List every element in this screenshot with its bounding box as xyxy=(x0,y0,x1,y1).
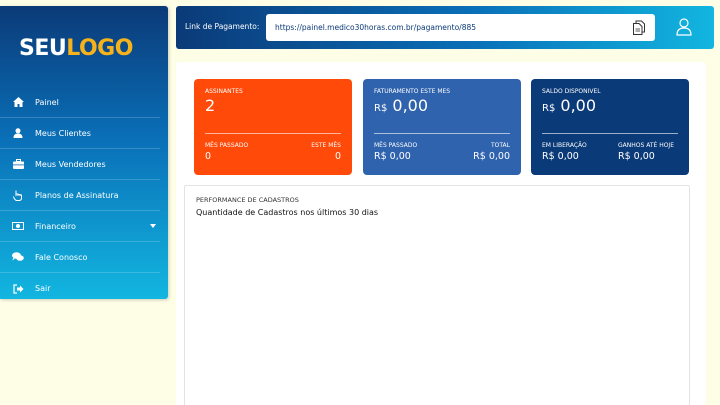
sidebar-item-label: Planos de Assinatura xyxy=(35,190,119,200)
card-value: R$ 0,00 xyxy=(374,96,429,115)
briefcase-icon xyxy=(12,158,24,170)
card-value: 2 xyxy=(205,96,216,115)
divider xyxy=(542,133,678,134)
card-label: ASSINANTES xyxy=(205,88,243,95)
user-profile-icon[interactable] xyxy=(676,18,692,36)
sidebar-item-label: Financeiro xyxy=(35,221,76,231)
saldo-card: SALDO DISPONIVEL R$ 0,00 EM LIBERAÇÃO R$… xyxy=(531,79,689,175)
card-value: R$ 0,00 xyxy=(542,96,597,115)
panel-subtitle: Quantidade de Cadastros nos últimos 30 d… xyxy=(196,208,379,217)
card-sub-label: GANHOS ATÉ HOJE xyxy=(618,142,674,149)
card-label: SALDO DISPONIVEL xyxy=(542,88,601,95)
user-icon xyxy=(12,127,24,139)
card-sub-value: R$ 0,00 xyxy=(374,151,411,162)
sidebar-nav: Painel Meus Clientes Meus Vendedores Pla… xyxy=(0,87,160,304)
sidebar: SEULOGO Painel Meus Clientes Meus Vended… xyxy=(0,6,168,299)
card-sub-label: MÊS PASSADO xyxy=(374,142,418,149)
sidebar-item-label: Fale Conosco xyxy=(35,252,88,262)
chat-icon xyxy=(12,251,24,263)
sidebar-item-label: Meus Clientes xyxy=(35,128,91,138)
payment-link-url[interactable]: https://painel.medico30horas.com.br/paga… xyxy=(275,23,476,32)
card-sub-label: TOTAL xyxy=(490,142,510,149)
card-label: FATURAMENTO ESTE MES xyxy=(374,88,451,95)
card-sub-label: EM LIBERAÇÃO xyxy=(542,142,587,149)
money-icon xyxy=(12,220,24,232)
card-sub-value: R$ 0,00 xyxy=(618,151,655,162)
payment-link-field[interactable]: https://painel.medico30horas.com.br/paga… xyxy=(266,14,655,41)
home-icon xyxy=(12,96,24,108)
hand-pointer-icon xyxy=(12,189,24,201)
currency-symbol: R$ xyxy=(542,103,556,114)
sidebar-item-meus-clientes[interactable]: Meus Clientes xyxy=(0,118,160,149)
sidebar-item-meus-vendedores[interactable]: Meus Vendedores xyxy=(0,149,160,180)
sidebar-item-label: Meus Vendedores xyxy=(35,159,106,169)
sidebar-item-label: Sair xyxy=(35,284,51,293)
card-sub-label: MÊS PASSADO xyxy=(205,142,249,149)
divider xyxy=(205,133,341,134)
dashboard-main: ASSINANTES 2 MÊS PASSADO 0 ESTE MÊS 0 FA… xyxy=(176,62,706,405)
chevron-down-icon[interactable] xyxy=(150,224,156,228)
assinantes-card: ASSINANTES 2 MÊS PASSADO 0 ESTE MÊS 0 xyxy=(194,79,352,175)
payment-link-label: Link de Pagamento: xyxy=(185,22,260,31)
copy-icon[interactable] xyxy=(633,20,645,35)
card-sub-value: R$ 0,00 xyxy=(473,151,510,162)
card-sub-value: 0 xyxy=(205,151,212,162)
card-sub-value: R$ 0,00 xyxy=(542,151,579,162)
sidebar-item-label: Painel xyxy=(35,97,59,107)
sidebar-item-planos-de-assinatura[interactable]: Planos de Assinatura xyxy=(0,180,160,211)
performance-panel: PERFORMANCE DE CADASTROS Quantidade de C… xyxy=(184,185,690,405)
topbar: Link de Pagamento: https://painel.medico… xyxy=(176,6,714,49)
panel-title: PERFORMANCE DE CADASTROS xyxy=(196,196,299,204)
sidebar-item-sair[interactable]: Sair xyxy=(0,273,160,304)
divider xyxy=(374,133,510,134)
faturamento-card: FATURAMENTO ESTE MES R$ 0,00 MÊS PASSADO… xyxy=(363,79,521,175)
logo[interactable]: SEULOGO xyxy=(19,36,133,61)
card-sub-value: 0 xyxy=(334,151,341,162)
card-sub-label: ESTE MÊS xyxy=(311,142,341,149)
sidebar-item-financeiro[interactable]: Financeiro xyxy=(0,211,160,242)
sidebar-item-painel[interactable]: Painel xyxy=(0,87,160,118)
sign-out-icon xyxy=(12,283,24,295)
sidebar-item-fale-conosco[interactable]: Fale Conosco xyxy=(0,242,160,273)
currency-symbol: R$ xyxy=(374,103,388,114)
